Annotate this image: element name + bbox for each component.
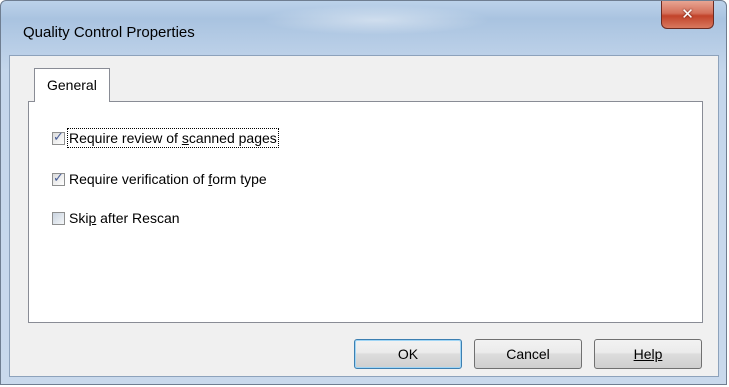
general-tab-panel: ✓ Require review of scanned pages ✓ Requ… <box>28 101 703 323</box>
close-icon: ✕ <box>681 6 694 23</box>
check-icon: ✓ <box>53 169 64 185</box>
option-skip-after-rescan[interactable]: Skip after Rescan <box>52 208 180 228</box>
cancel-button[interactable]: Cancel <box>474 339 582 369</box>
require-verification-label: Require verification of form type <box>69 171 267 187</box>
require-review-checkbox[interactable]: ✓ <box>52 128 65 145</box>
require-verification-checkbox[interactable]: ✓ <box>52 169 65 186</box>
tab-general-label: General <box>47 77 97 93</box>
window-title: Quality Control Properties <box>23 24 195 41</box>
close-button[interactable]: ✕ <box>661 1 714 29</box>
skip-after-rescan-checkbox[interactable] <box>52 211 65 225</box>
ok-button[interactable]: OK <box>354 339 462 369</box>
title-bar[interactable]: Quality Control Properties ✕ <box>1 1 726 55</box>
title-bar-glow <box>261 5 491 35</box>
dialog-client-area: General ✓ Require review of scanned page… <box>9 55 719 377</box>
dialog-window: Quality Control Properties ✕ General ✓ R… <box>0 0 727 385</box>
check-icon: ✓ <box>53 128 64 144</box>
tab-general[interactable]: General <box>34 68 110 102</box>
option-require-review[interactable]: ✓ Require review of scanned pages <box>52 128 279 148</box>
skip-after-rescan-label: Skip after Rescan <box>69 210 180 226</box>
help-button[interactable]: Help <box>594 339 702 369</box>
option-require-verification[interactable]: ✓ Require verification of form type <box>52 169 267 189</box>
require-review-label: Require review of scanned pages <box>67 128 279 148</box>
help-button-label: Help <box>633 346 663 362</box>
